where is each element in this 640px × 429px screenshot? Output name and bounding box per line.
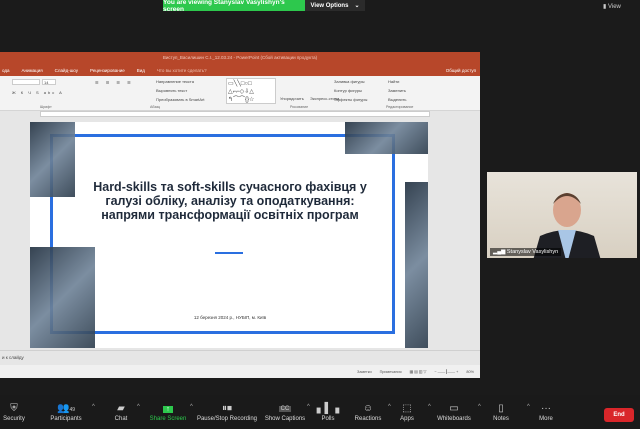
find-button[interactable]: Найти (388, 79, 399, 84)
powerpoint-window: Виступ_Василишин С.І._12.03.24 - PowerPo… (0, 52, 480, 378)
chevron-up-icon[interactable]: ^ (307, 404, 310, 410)
shapes-gallery[interactable]: ▭╲╲□○□ △⌐⌐◇⇩△ ↰⌒⌒{}☆ (226, 78, 276, 104)
signal-icon: ▂▄▆ (493, 249, 507, 255)
chevron-up-icon[interactable]: ^ (190, 404, 193, 410)
view-buttons[interactable]: ▦ ▤ ▥ ▽ (410, 369, 427, 374)
notes-button[interactable]: Заметки (357, 370, 372, 374)
slide[interactable]: Hard-skills та soft-skills сучасного фах… (30, 122, 428, 348)
group-drawing: Рисование (290, 105, 309, 109)
paragraph-buttons[interactable]: ☰ ☰ ☰ ☰ (95, 80, 134, 85)
share-button[interactable]: Общий доступ (446, 68, 476, 73)
replace-button[interactable]: Заменить (388, 88, 406, 93)
view-label: View (607, 4, 621, 10)
tab-slideshow[interactable]: Слайд-шоу (55, 68, 78, 73)
pause-stop-recording-button[interactable]: ⏸⏹ Pause/Stop Recording (196, 395, 258, 429)
more-icon: ··· (541, 403, 551, 414)
participants-icon: 👥49 (56, 403, 75, 414)
chevron-up-icon[interactable]: ^ (428, 404, 431, 410)
text-direction-button[interactable]: Направление текста (156, 79, 194, 84)
font-format-buttons[interactable]: Ж К Ч S abc A (12, 90, 64, 95)
show-captions-button[interactable]: CC Show Captions (263, 395, 307, 429)
font-size-select[interactable]: 14 (42, 79, 56, 85)
group-editing: Редактирование (386, 105, 414, 109)
share-screen-icon: ↑ (163, 402, 173, 416)
chevron-up-icon[interactable]: ^ (527, 404, 530, 410)
pause-stop-icon: ⏸⏹ (222, 403, 232, 414)
end-meeting-button[interactable]: End (604, 408, 634, 422)
apps-button[interactable]: ⬚ Apps (396, 395, 418, 429)
zoom-slider[interactable]: − ——┃—— + (434, 369, 458, 374)
chat-button[interactable]: ▰ Chat (110, 395, 132, 429)
reactions-icon: ☺ (362, 403, 374, 414)
select-button[interactable]: Выделить (388, 97, 406, 102)
window-title: Виступ_Василишин С.І._12.03.24 - PowerPo… (0, 52, 480, 64)
whiteboards-button[interactable]: ▭ Whiteboards (434, 395, 474, 429)
participant-video (533, 193, 601, 258)
meeting-toolbar: ⛨ Security 👥49 Participants ^ ▰ Chat ^ ↑ Sha… (0, 395, 640, 429)
font-name-select[interactable] (12, 79, 40, 85)
smartart-button[interactable]: Преобразовать в SmartArt (156, 97, 205, 102)
group-font: Шрифт (40, 105, 52, 109)
reactions-button[interactable]: ☺ Reactions (350, 395, 386, 429)
shape-fill-button[interactable]: Заливка фигуры (334, 79, 365, 84)
ribbon-tabs: ода Анимация Слайд-шоу Рецензирование Ви… (0, 64, 480, 76)
whiteboard-icon: ▭ (449, 403, 459, 414)
building-image (405, 182, 428, 348)
chevron-up-icon[interactable]: ^ (388, 404, 391, 410)
ribbon: 14 Ж К Ч S abc A ☰ ☰ ☰ ☰ Направление тек… (0, 76, 480, 111)
viewing-banner: You are viewing Stanyslav Vasylishyn's s… (163, 0, 305, 13)
slide-frame (50, 134, 395, 334)
chevron-up-icon[interactable]: ^ (137, 404, 140, 410)
ruler (40, 111, 430, 117)
tab-animation[interactable]: Анимация (22, 68, 43, 73)
align-text-button[interactable]: Выровнять текст (156, 88, 187, 93)
polls-icon: ▖▌▗ (316, 403, 340, 414)
shape-outline-button[interactable]: Контур фигуры (334, 88, 362, 93)
shield-icon: ⛨ (10, 403, 18, 414)
zoom-level[interactable]: 80% (466, 370, 474, 374)
chat-icon: ▰ (117, 403, 125, 414)
security-button[interactable]: ⛨ Security (0, 395, 28, 429)
notes-icon: ▯ (498, 403, 504, 414)
tell-me-input[interactable]: Что вы хотите сделать? (157, 68, 207, 73)
notes-button[interactable]: ▯ Notes (490, 395, 512, 429)
polls-button[interactable]: ▖▌▗ Polls (316, 395, 340, 429)
building-image (345, 122, 428, 154)
more-button[interactable]: ··· More (536, 395, 556, 429)
participants-button[interactable]: 👥49 Participants (48, 395, 84, 429)
slide-date: 12 березня 2024 р., НУБІП, м. Київ (193, 315, 267, 320)
slide-title: Hard-skills та soft-skills сучасного фах… (93, 180, 367, 222)
tab-review[interactable]: Рецензирование (90, 68, 125, 73)
arrange-button[interactable]: Упорядочить (280, 96, 304, 101)
view-options-button[interactable]: View Options ⌄ (305, 0, 365, 11)
tab-view[interactable]: Вид (137, 68, 145, 73)
tab-transitions[interactable]: ода (2, 68, 10, 73)
apps-icon: ⬚ (402, 403, 412, 414)
title-underline (215, 252, 243, 254)
chevron-up-icon[interactable]: ^ (478, 404, 481, 410)
participant-name: ▂▄▆ Stanyslav Vasylishyn (490, 248, 562, 256)
shape-effects-button[interactable]: Эффекты фигуры (334, 97, 367, 102)
notes-pane[interactable]: и к слайду (0, 350, 480, 365)
view-button[interactable]: ▮ View (603, 3, 621, 10)
comments-button[interactable]: Примечания (380, 370, 402, 374)
status-bar: Заметки Примечания ▦ ▤ ▥ ▽ − ——┃—— + 80% (0, 365, 480, 378)
video-tile[interactable]: ▂▄▆ Stanyslav Vasylishyn (487, 172, 637, 258)
chevron-up-icon[interactable]: ^ (92, 404, 95, 410)
share-screen-button[interactable]: ↑ Share Screen (148, 395, 188, 429)
group-paragraph: Абзац (150, 105, 161, 109)
view-options-label: View Options (310, 2, 349, 9)
building-image (30, 247, 95, 348)
building-image (30, 122, 75, 197)
cc-icon: CC (278, 406, 292, 412)
chevron-down-icon: ⌄ (354, 3, 360, 9)
